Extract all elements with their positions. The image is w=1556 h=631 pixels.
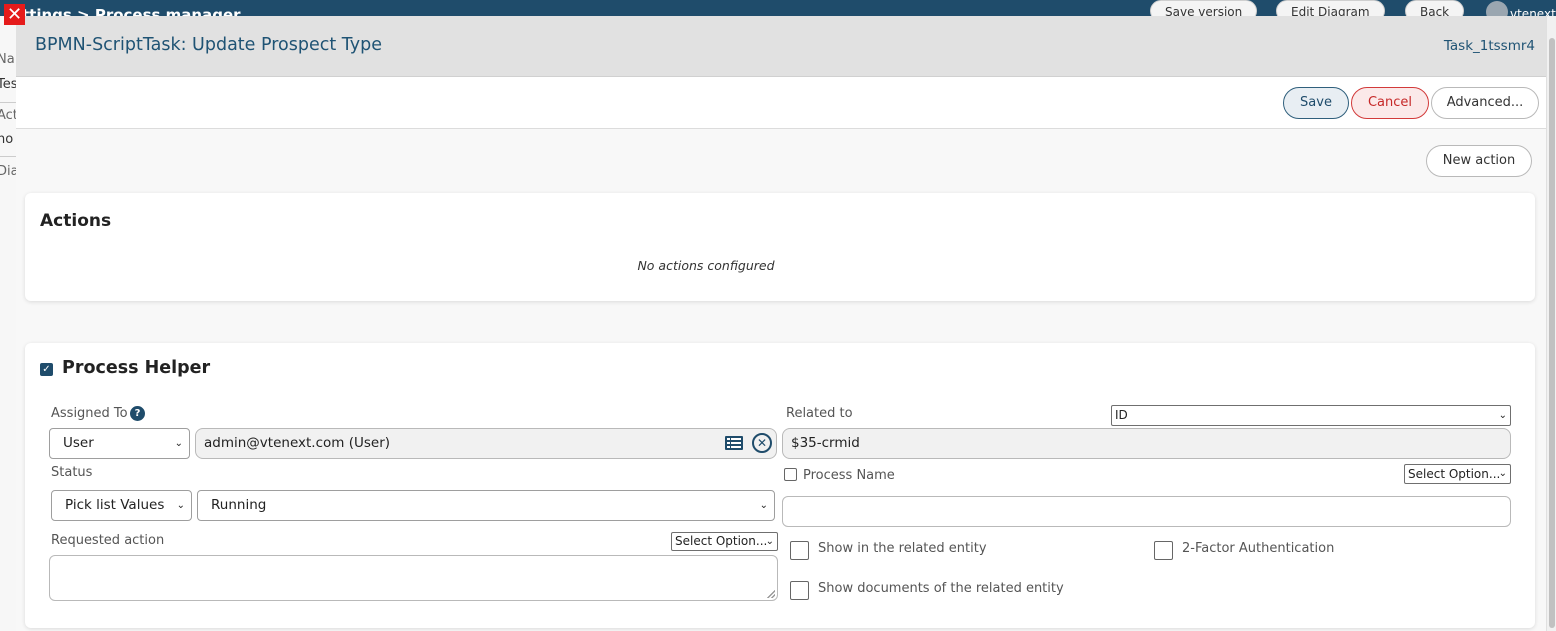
cancel-button[interactable]: Cancel: [1351, 87, 1429, 119]
process-helper-checkbox[interactable]: ✓: [40, 363, 53, 376]
show-documents-checkbox[interactable]: [790, 581, 809, 600]
actions-title: Actions: [40, 211, 112, 231]
process-helper-title: Process Helper: [62, 358, 211, 378]
chevron-down-icon: ⌄: [174, 437, 183, 449]
requested-action-option-value: Select Option...: [675, 534, 768, 548]
status-label: Status: [51, 465, 93, 480]
side-label: no: [0, 132, 14, 147]
list-icon[interactable]: [725, 436, 743, 450]
modal-toolbar: Save Cancel Advanced...: [16, 77, 1546, 129]
related-to-label: Related to: [786, 406, 853, 421]
process-name-option-select[interactable]: Select Option... ⌄: [1404, 464, 1511, 484]
related-to-select-value: ID: [1115, 408, 1128, 422]
assigned-to-value: admin@vtenext.com (User): [204, 435, 391, 451]
related-to-field[interactable]: $35-crmid: [782, 428, 1511, 459]
actions-empty-message: No actions configured: [637, 258, 775, 273]
avatar[interactable]: [1486, 1, 1508, 16]
save-button[interactable]: Save: [1283, 87, 1349, 119]
background-sidebar: Na Tes Act no Dia: [0, 16, 16, 631]
save-version-button[interactable]: Save version: [1150, 0, 1258, 16]
assigned-to-label: Assigned To: [51, 406, 128, 421]
chevron-down-icon: ⌄: [176, 499, 185, 511]
modal-title: BPMN-ScriptTask: Update Prospect Type: [35, 35, 382, 55]
show-in-related-entity-checkbox[interactable]: [790, 541, 809, 560]
requested-action-textarea[interactable]: [49, 555, 778, 601]
process-helper-card: ✓ Process Helper Assigned To ? User ⌄ ad…: [25, 343, 1535, 628]
assigned-to-field[interactable]: admin@vtenext.com (User): [195, 428, 777, 459]
assigned-to-type-select[interactable]: User ⌄: [49, 428, 190, 459]
two-factor-label: 2-Factor Authentication: [1182, 541, 1335, 556]
side-label: Dia: [0, 164, 16, 179]
scrollbar-thumb[interactable]: [1549, 38, 1555, 628]
assigned-to-type-value: User: [63, 435, 94, 451]
status-type-select[interactable]: Pick list Values ⌄: [51, 490, 192, 521]
task-modal: BPMN-ScriptTask: Update Prospect Type Ta…: [16, 16, 1546, 631]
related-to-value: $35-crmid: [791, 435, 860, 451]
status-type-value: Pick list Values: [65, 497, 165, 513]
chevron-down-icon: ⌄: [765, 535, 774, 547]
status-value: Running: [211, 497, 267, 513]
process-name-option-value: Select Option...: [1408, 467, 1501, 481]
show-in-related-entity-label: Show in the related entity: [818, 541, 987, 556]
new-action-button[interactable]: New action: [1426, 145, 1532, 177]
background-topbar: ttings > Process manager Save version Ed…: [0, 0, 1556, 16]
user-name: vtenext: [1510, 7, 1556, 16]
background-breadcrumb: ttings > Process manager: [22, 6, 241, 16]
advanced-button[interactable]: Advanced...: [1431, 87, 1539, 119]
actions-card: Actions No actions configured: [25, 193, 1535, 301]
help-icon[interactable]: ?: [130, 406, 145, 421]
show-documents-label: Show documents of the related entity: [818, 581, 1064, 596]
task-id: Task_1tssmr4: [1443, 38, 1535, 54]
chevron-down-icon: ⌄: [1498, 468, 1507, 479]
process-name-label: Process Name: [803, 468, 895, 483]
back-button[interactable]: Back: [1405, 0, 1465, 16]
side-label: Act: [0, 108, 16, 123]
requested-action-option-select[interactable]: Select Option... ⌄: [671, 532, 778, 551]
clear-icon[interactable]: ✕: [752, 433, 772, 453]
process-name-checkbox[interactable]: [784, 468, 797, 481]
scrollbar[interactable]: [1546, 16, 1556, 631]
process-name-input[interactable]: [782, 496, 1511, 527]
chevron-down-icon: ⌄: [1498, 409, 1507, 421]
edit-diagram-button[interactable]: Edit Diagram: [1276, 0, 1385, 16]
side-label: Na: [0, 52, 15, 67]
related-to-select[interactable]: ID ⌄: [1111, 405, 1511, 426]
two-factor-checkbox[interactable]: [1154, 541, 1173, 560]
requested-action-label: Requested action: [51, 533, 165, 548]
chevron-down-icon: ⌄: [759, 499, 768, 511]
close-icon[interactable]: ✕: [4, 4, 25, 25]
side-label: Tes: [0, 77, 16, 92]
modal-header: BPMN-ScriptTask: Update Prospect Type Ta…: [16, 16, 1546, 77]
status-select[interactable]: Running ⌄: [197, 490, 775, 521]
resize-grip-icon[interactable]: [767, 590, 775, 598]
